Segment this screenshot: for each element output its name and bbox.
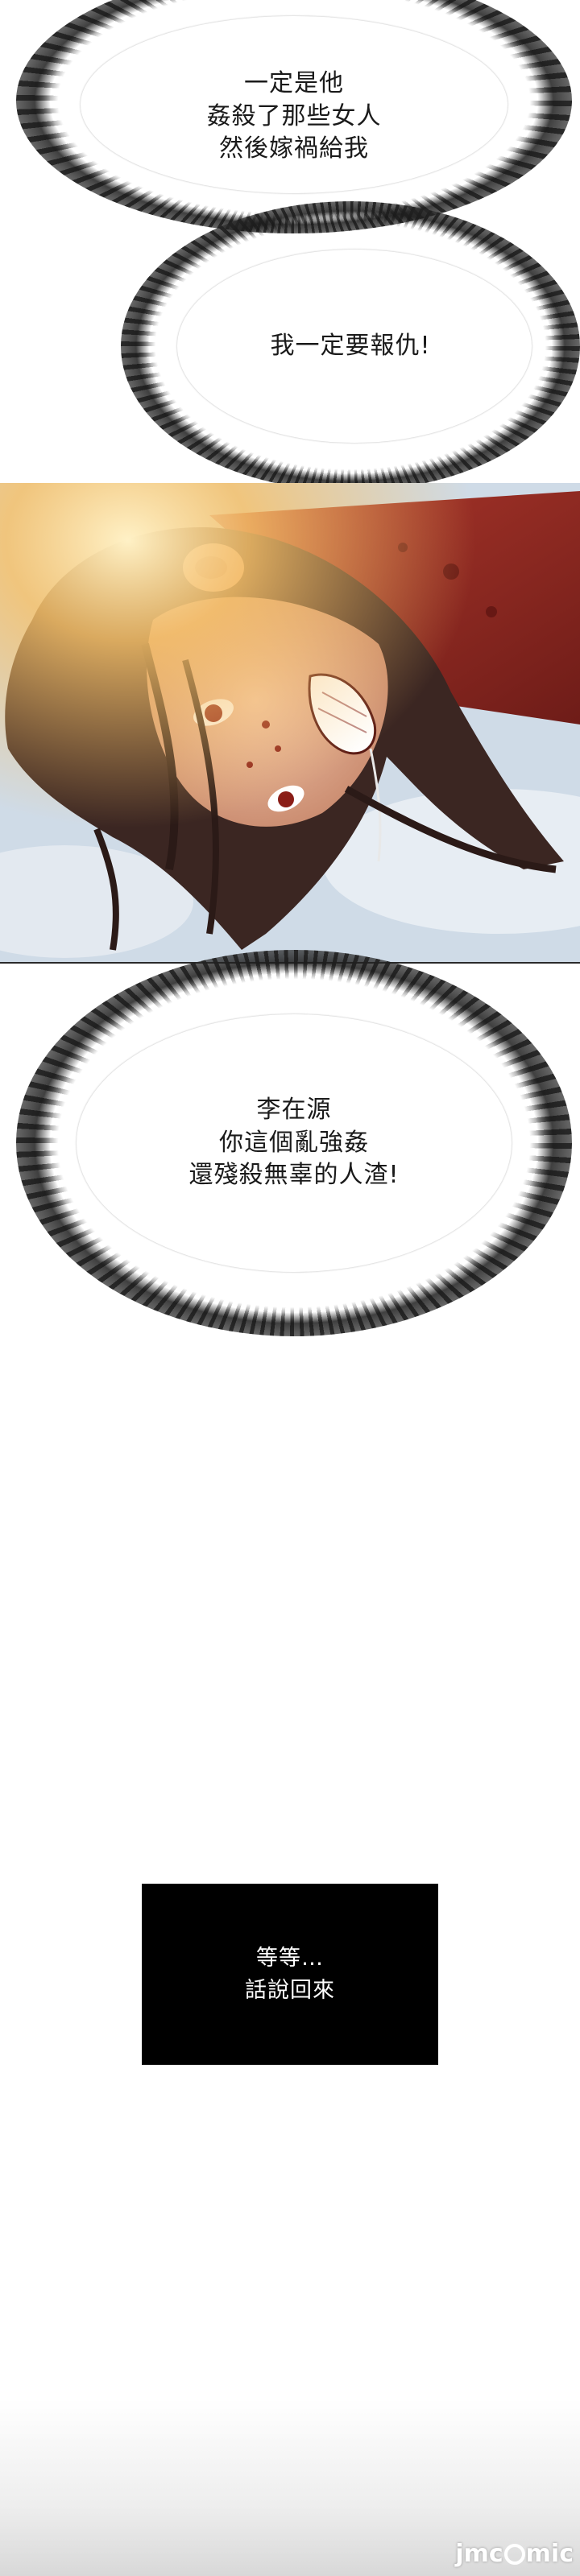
comic-panel-illustration [0,483,580,962]
panel-artwork [0,483,580,962]
speech-bubble-3: 李在源 你這個亂強姦 還殘殺無辜的人渣! [16,950,572,1336]
bubble-line: 還殘殺無辜的人渣! [188,1161,400,1190]
watermark-logo: jmc mic [455,2540,574,2568]
bubble-line: 姦殺了那些女人 [206,101,382,130]
watermark-text-right: mic [525,2540,574,2568]
bubble-line: 然後嫁禍給我 [219,134,369,163]
bubble-line: 一定是他 [244,69,344,98]
bubble-line: 李在源 [256,1096,332,1125]
bubble-text: 我一定要報仇! [270,330,430,363]
narration-caption-box: 等等… 話說回來 [142,1884,438,2065]
comic-page: 一定是他 姦殺了那些女人 然後嫁禍給我 我一定要報仇! 李在源 你這個亂強姦 還… [0,0,580,2576]
speech-bubble-1: 一定是他 姦殺了那些女人 然後嫁禍給我 [16,0,572,233]
caption-text: 等等… 話說回來 [245,1942,335,2005]
watermark-text-left: jmc [455,2540,503,2568]
bubble-line: 我一定要報仇! [270,331,431,360]
bubble-line: 你這個亂強姦 [219,1128,369,1157]
caption-line: 等等… [256,1946,324,1971]
caption-line: 話說回來 [245,1977,335,2003]
bubble-text: 李在源 你這個亂強姦 還殘殺無辜的人渣! [188,1094,399,1192]
speech-bubble-2: 我一定要報仇! [121,201,580,491]
watermark-ring-icon [503,2543,525,2565]
bubble-text: 一定是他 姦殺了那些女人 然後嫁禍給我 [207,68,382,166]
